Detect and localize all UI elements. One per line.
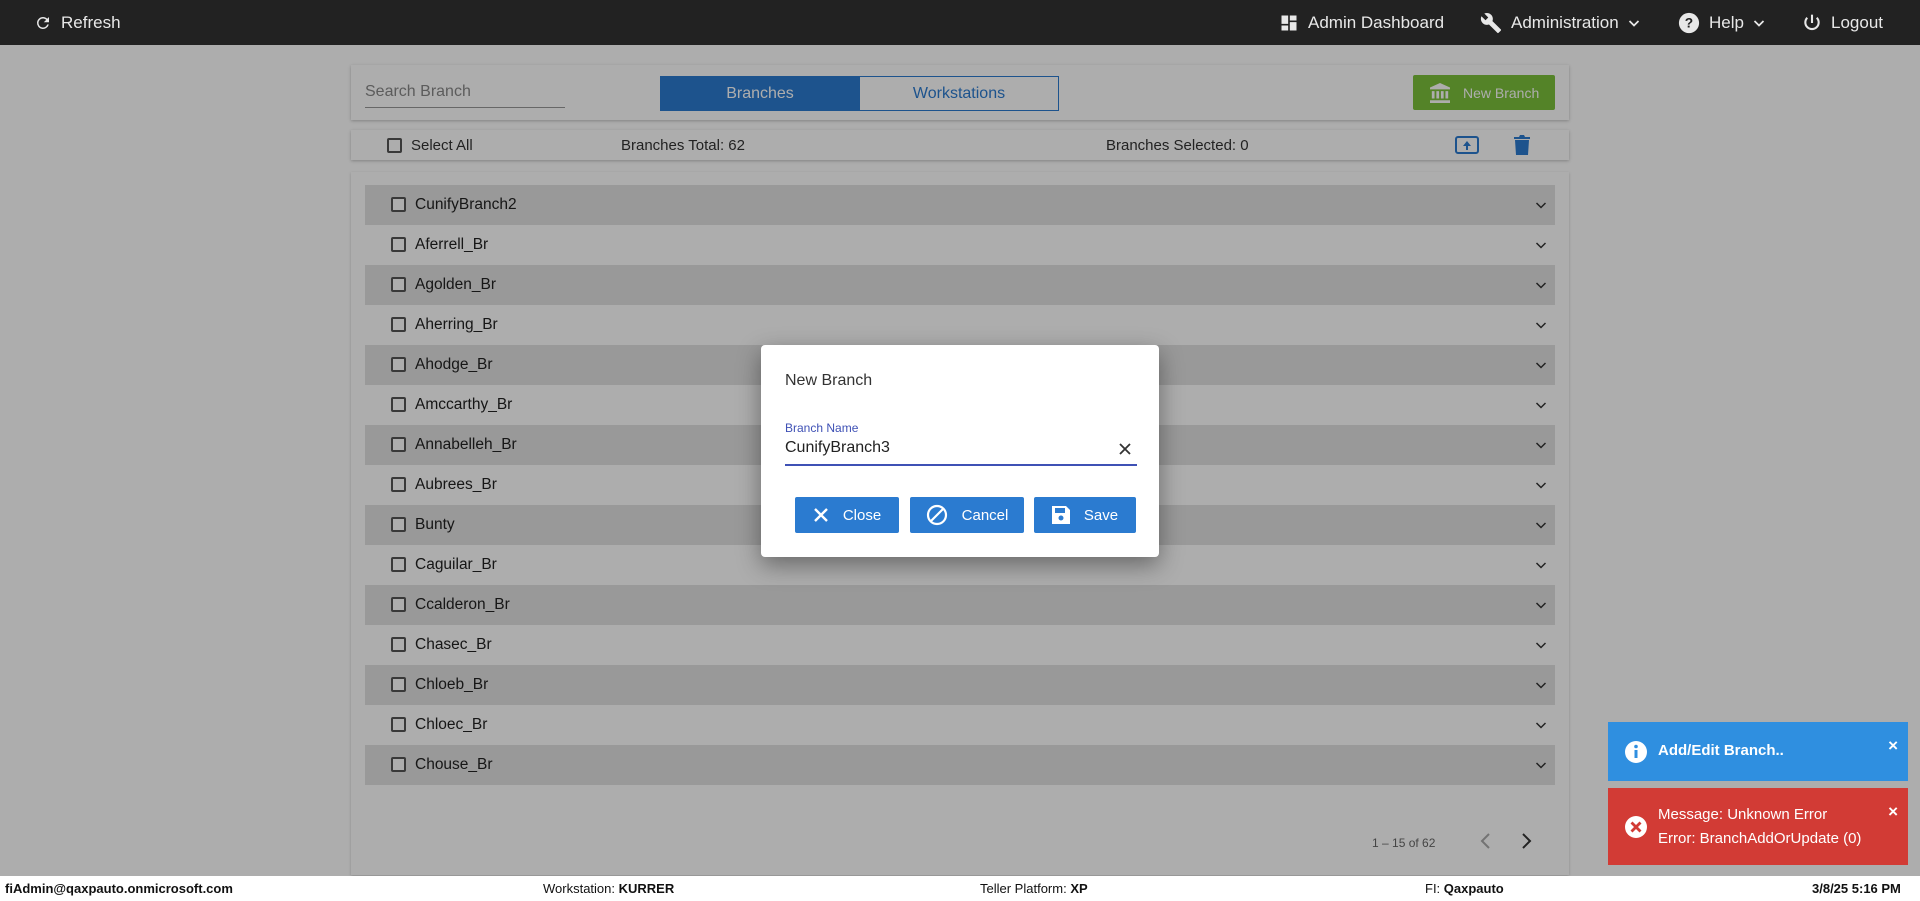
help-menu[interactable]: ? Help	[1678, 0, 1765, 45]
refresh-icon	[36, 16, 49, 29]
workstation-value: KURRER	[618, 881, 675, 896]
status-platform: Teller Platform: XP	[980, 881, 1088, 896]
close-icon[interactable]: ×	[1888, 736, 1898, 756]
save-button[interactable]: Save	[1034, 497, 1136, 533]
refresh-button[interactable]: Refresh	[34, 0, 121, 45]
clear-icon[interactable]	[1119, 443, 1131, 455]
fi-value: Qaxpauto	[1443, 881, 1504, 896]
top-navigation-bar: Refresh Admin Dashboard Administration ?…	[0, 0, 1920, 45]
logout-label: Logout	[1831, 12, 1883, 32]
branch-name-value: CunifyBranch3	[785, 439, 890, 456]
info-toast-message: Add/Edit Branch..	[1658, 742, 1784, 759]
refresh-label: Refresh	[61, 12, 121, 32]
help-label: Help	[1709, 12, 1744, 32]
info-icon	[1625, 741, 1647, 763]
administration-label: Administration	[1511, 12, 1619, 32]
info-toast: Add/Edit Branch.. ×	[1608, 722, 1908, 781]
status-datetime: 3/8/25 5:16 PM	[1812, 881, 1901, 896]
help-icon: ?	[1678, 12, 1700, 33]
status-workstation: Workstation: KURRER	[543, 881, 674, 896]
chevron-down-icon	[1753, 19, 1765, 27]
power-icon	[1804, 14, 1820, 30]
administration-menu[interactable]: Administration	[1480, 0, 1640, 45]
branch-name-label: Branch Name	[785, 421, 859, 435]
error-icon	[1625, 816, 1647, 838]
dialog-title: New Branch	[785, 372, 873, 389]
platform-label: Teller Platform:	[980, 881, 1071, 896]
error-toast: Message: Unknown Error Error: BranchAddO…	[1608, 788, 1908, 865]
error-toast-line1: Message: Unknown Error	[1658, 806, 1828, 823]
status-user: fiAdmin@qaxpauto.onmicrosoft.com	[5, 881, 233, 896]
admin-dashboard-label: Admin Dashboard	[1308, 12, 1445, 32]
svg-text:?: ?	[1685, 15, 1693, 30]
cancel-label: Cancel	[961, 506, 1009, 524]
cancel-button[interactable]: Cancel	[910, 497, 1024, 533]
logout-button[interactable]: Logout	[1802, 0, 1883, 45]
admin-dashboard-link[interactable]: Admin Dashboard	[1279, 0, 1444, 45]
error-toast-line2: Error: BranchAddOrUpdate (0)	[1658, 830, 1862, 847]
save-label: Save	[1083, 506, 1119, 524]
close-icon	[813, 508, 828, 522]
workstation-label: Workstation:	[543, 881, 619, 896]
chevron-down-icon	[1628, 19, 1639, 27]
close-icon[interactable]: ×	[1888, 802, 1898, 822]
fi-label: FI:	[1425, 881, 1444, 896]
floppy-disk-icon	[1051, 506, 1070, 524]
platform-value: XP	[1070, 881, 1088, 896]
wrench-icon	[1480, 12, 1502, 33]
close-label: Close	[842, 506, 882, 524]
branch-name-field[interactable]: CunifyBranch3	[785, 436, 1137, 466]
status-bar: fiAdmin@qaxpauto.onmicrosoft.com Worksta…	[0, 876, 1920, 901]
new-branch-dialog: New Branch Branch Name CunifyBranch3 Clo…	[761, 345, 1159, 557]
dashboard-icon	[1281, 15, 1297, 30]
status-fi: FI: Qaxpauto	[1425, 881, 1504, 896]
close-button[interactable]: Close	[795, 497, 899, 533]
ban-icon	[926, 504, 947, 526]
